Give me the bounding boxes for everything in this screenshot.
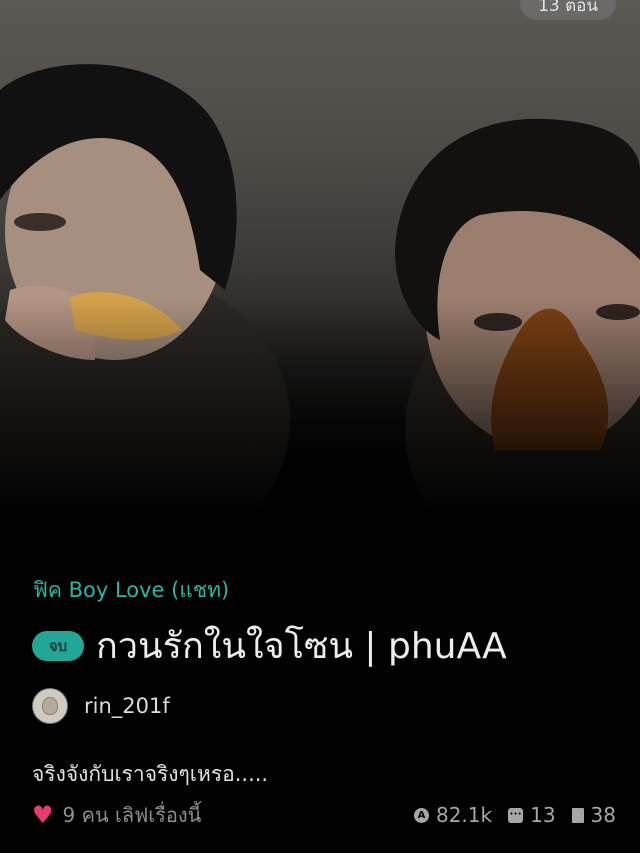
like-stat[interactable]: ♥ 9 คน เลิฟเรื่องนี้ <box>32 799 201 831</box>
views-stat: 82.1k <box>413 803 493 827</box>
cover-image: 13 ตอน <box>0 0 640 560</box>
views-count: 82.1k <box>435 803 493 827</box>
episode-count-badge: 13 ตอน <box>520 0 616 20</box>
title-row: จบ กวนรักในใจโซน | phuAA <box>32 617 507 674</box>
heart-icon[interactable]: ♥ <box>32 803 54 827</box>
comment-icon[interactable] <box>508 807 524 823</box>
like-count-text: 9 คน เลิฟเรื่องนี้ <box>62 803 202 827</box>
views-icon <box>413 807 429 823</box>
status-badge: จบ <box>32 630 84 661</box>
chapters-stat: 38 <box>571 803 616 827</box>
chapters-count: 38 <box>590 803 616 827</box>
category-link[interactable]: ฟิค Boy Love (แชท) <box>33 574 229 607</box>
author-row[interactable]: rin_201f <box>32 688 170 724</box>
stats-row: ♥ 9 คน เลิฟเรื่องนี้ 82.1k 13 38 <box>32 798 616 832</box>
synopsis: จริงจังกับเราจริงๆเหรอ..... <box>32 762 269 786</box>
avatar[interactable] <box>32 688 68 724</box>
comments-count: 13 <box>530 803 556 827</box>
story-title: กวนรักในใจโซน | phuAA <box>96 626 507 667</box>
book-icon <box>571 807 584 823</box>
right-stats: 82.1k 13 38 <box>398 803 616 827</box>
comments-stat[interactable]: 13 <box>508 803 556 827</box>
author-name[interactable]: rin_201f <box>84 694 170 718</box>
